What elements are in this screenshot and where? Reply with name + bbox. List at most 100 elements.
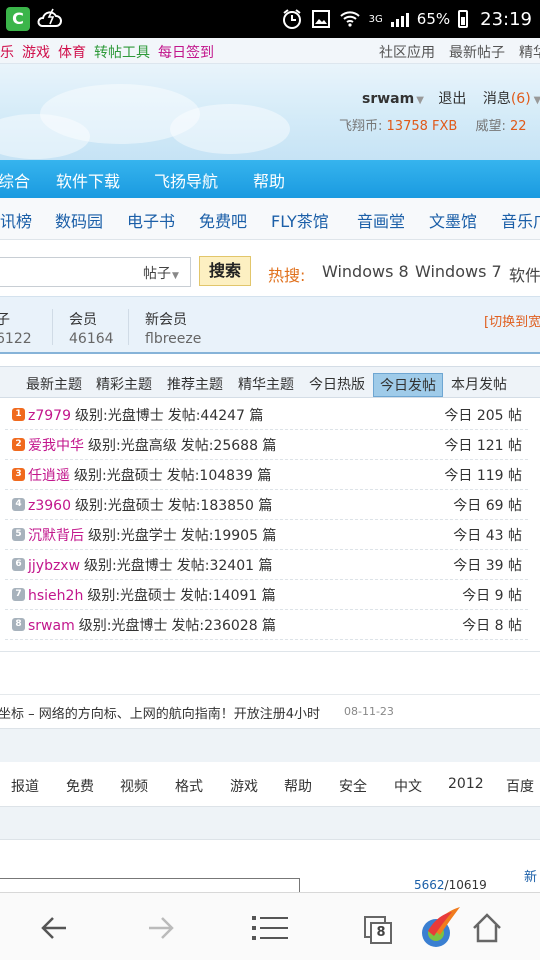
tag-link[interactable]: 免费: [66, 776, 94, 796]
new-link[interactable]: 新: [524, 866, 537, 885]
switch-view-link[interactable]: [切换到宽: [484, 311, 540, 330]
tag-link[interactable]: 视频: [120, 776, 148, 796]
arrow-right-icon: [149, 917, 174, 939]
search-scope-select[interactable]: 帖子▼: [131, 257, 191, 287]
stat-label: 会员: [69, 312, 97, 328]
tag-link[interactable]: 格式: [175, 776, 203, 796]
subnav-item[interactable]: 数码园: [55, 208, 103, 232]
subnav-item[interactable]: 音画堂: [357, 208, 405, 232]
username-link[interactable]: 沉默背后: [28, 528, 84, 544]
ranking-info: srwam 级别:光盘博士 发帖:236028 篇: [28, 615, 276, 635]
menu-button[interactable]: [245, 903, 295, 953]
rank-badge: 5: [12, 528, 25, 541]
username-link[interactable]: srwam: [362, 91, 414, 107]
rank-badge: 2: [12, 438, 25, 451]
tag-link[interactable]: 安全: [339, 776, 367, 796]
ranking-row: 1 z7979 级别:光盘博士 发帖:44247 篇 今日 205 帖: [5, 400, 528, 430]
ranking-info: hsieh2h 级别:光盘硕士 发帖:14091 篇: [28, 585, 276, 605]
section-divider: [0, 806, 540, 840]
top-links-left: 乐游戏 体育 转帖工具 每日签到: [0, 42, 222, 62]
post-total: 发帖:32401 篇: [176, 558, 273, 574]
top-link[interactable]: 最新帖子: [449, 45, 505, 61]
notice-text[interactable]: 坐标 – 网络的方向标、上网的航向指南！开放注册4小时: [0, 703, 320, 722]
battery-icon: [458, 10, 469, 28]
username-link[interactable]: hsieh2h: [28, 588, 83, 604]
home-button[interactable]: [462, 903, 512, 953]
user-level: 级别:光盘硕士: [74, 498, 164, 514]
signal-icon: [390, 11, 409, 27]
post-total: 发帖:25688 篇: [180, 438, 277, 454]
top-link-bar: 乐游戏体育转帖工具每日签到 社区应用最新帖子精华: [0, 38, 540, 64]
username-link[interactable]: z7979: [28, 408, 71, 424]
messages-link[interactable]: 消息(6): [483, 91, 531, 107]
tag-link[interactable]: 中文: [394, 776, 422, 796]
top-link[interactable]: 社区应用: [379, 45, 435, 61]
post-total: 发帖:236028 篇: [171, 618, 277, 634]
tag-link[interactable]: 报道: [11, 776, 39, 796]
chevron-down-icon[interactable]: ▼: [416, 95, 424, 106]
tab-item[interactable]: 最新主题: [26, 374, 82, 394]
tab-item[interactable]: 今日发帖: [373, 373, 443, 397]
tab-item[interactable]: 精华主题: [238, 374, 294, 394]
hot-search-link[interactable]: Windows 8: [322, 262, 409, 281]
search-input[interactable]: [0, 257, 132, 287]
top-link[interactable]: 转帖工具: [94, 45, 150, 61]
tag-link[interactable]: 2012: [448, 776, 484, 792]
search-bar: 帖子▼ 搜索 热搜: Windows 8 Windows 7 软件: [0, 254, 540, 290]
today-posts: 今日 205 帖: [444, 408, 522, 424]
top-link[interactable]: 每日签到: [158, 45, 214, 61]
tag-link[interactable]: 百度: [506, 776, 534, 796]
tab-item[interactable]: 本月发帖: [451, 374, 507, 394]
rank-badge: 7: [12, 588, 25, 601]
ranking-info: jjybzxw 级别:光盘博士 发帖:32401 篇: [28, 555, 272, 575]
tab-item[interactable]: 精彩主题: [96, 374, 152, 394]
subnav-item[interactable]: 音乐广: [501, 208, 540, 232]
messages-count: (6): [510, 91, 531, 107]
subnav-item[interactable]: 资讯榜: [0, 208, 32, 232]
search-button[interactable]: 搜索: [199, 256, 251, 286]
tag-link[interactable]: 帮助: [284, 776, 312, 796]
username-link[interactable]: 任逍遥: [28, 468, 70, 484]
user-level: 级别:光盘博士: [74, 408, 164, 424]
nav-item[interactable]: 帮助: [253, 168, 285, 192]
forward-button[interactable]: [136, 903, 186, 953]
ranking-row: 6 jjybzxw 级别:光盘博士 发帖:32401 篇 今日 39 帖: [5, 550, 528, 580]
weather-icon: [37, 8, 62, 27]
ranking-info: z3960 级别:光盘硕士 发帖:183850 篇: [28, 495, 272, 515]
subnav-item[interactable]: 文墨馆: [429, 208, 477, 232]
username-link[interactable]: jjybzxw: [28, 558, 80, 574]
tabs-button[interactable]: 8: [353, 903, 403, 953]
ranking-row: 7 hsieh2h 级别:光盘硕士 发帖:14091 篇 今日 9 帖: [5, 580, 528, 610]
ranking-row: 2 爱我中华 级别:光盘高级 发帖:25688 篇 今日 121 帖: [5, 430, 528, 460]
app-notification-icon: C: [6, 7, 30, 31]
hot-search-link[interactable]: 软件: [509, 262, 540, 286]
username-link[interactable]: srwam: [28, 618, 75, 634]
today-posts: 今日 121 帖: [444, 438, 522, 454]
user-level: 级别:光盘博士: [84, 558, 173, 574]
top-link[interactable]: 精华: [519, 45, 540, 61]
tab-item[interactable]: 今日热版: [309, 374, 365, 394]
username-link[interactable]: 爱我中华: [28, 438, 84, 454]
image-icon: [311, 10, 330, 28]
top-link[interactable]: 体育: [58, 45, 86, 61]
tag-link[interactable]: 游戏: [230, 776, 258, 796]
username-link[interactable]: z3960: [28, 498, 71, 514]
subnav-item[interactable]: 电子书: [127, 208, 175, 232]
logout-link[interactable]: 退出: [438, 91, 466, 107]
subnav-item[interactable]: FLY茶馆: [271, 208, 329, 232]
hot-search-label: 热搜:: [268, 266, 306, 285]
nav-item[interactable]: 综合: [0, 168, 30, 192]
hot-search-link[interactable]: Windows 7: [415, 262, 502, 281]
browser-logo-icon: [422, 907, 460, 947]
nav-item[interactable]: 软件下载: [56, 168, 120, 192]
subnav-item[interactable]: 免费吧: [199, 208, 247, 232]
tab-item[interactable]: 推荐主题: [167, 374, 223, 394]
forum-stats: 子 6122 会员 46164 新会员 flbreeze [切换到宽: [0, 296, 540, 354]
newest-member-link[interactable]: flbreeze: [145, 331, 201, 347]
chevron-down-icon[interactable]: ▼: [534, 95, 540, 106]
back-button[interactable]: [29, 903, 79, 953]
top-link[interactable]: 乐: [0, 45, 14, 61]
top-link[interactable]: 游戏: [22, 45, 50, 61]
nav-item[interactable]: 飞扬导航: [154, 168, 218, 192]
browser-logo-button[interactable]: [414, 903, 464, 953]
